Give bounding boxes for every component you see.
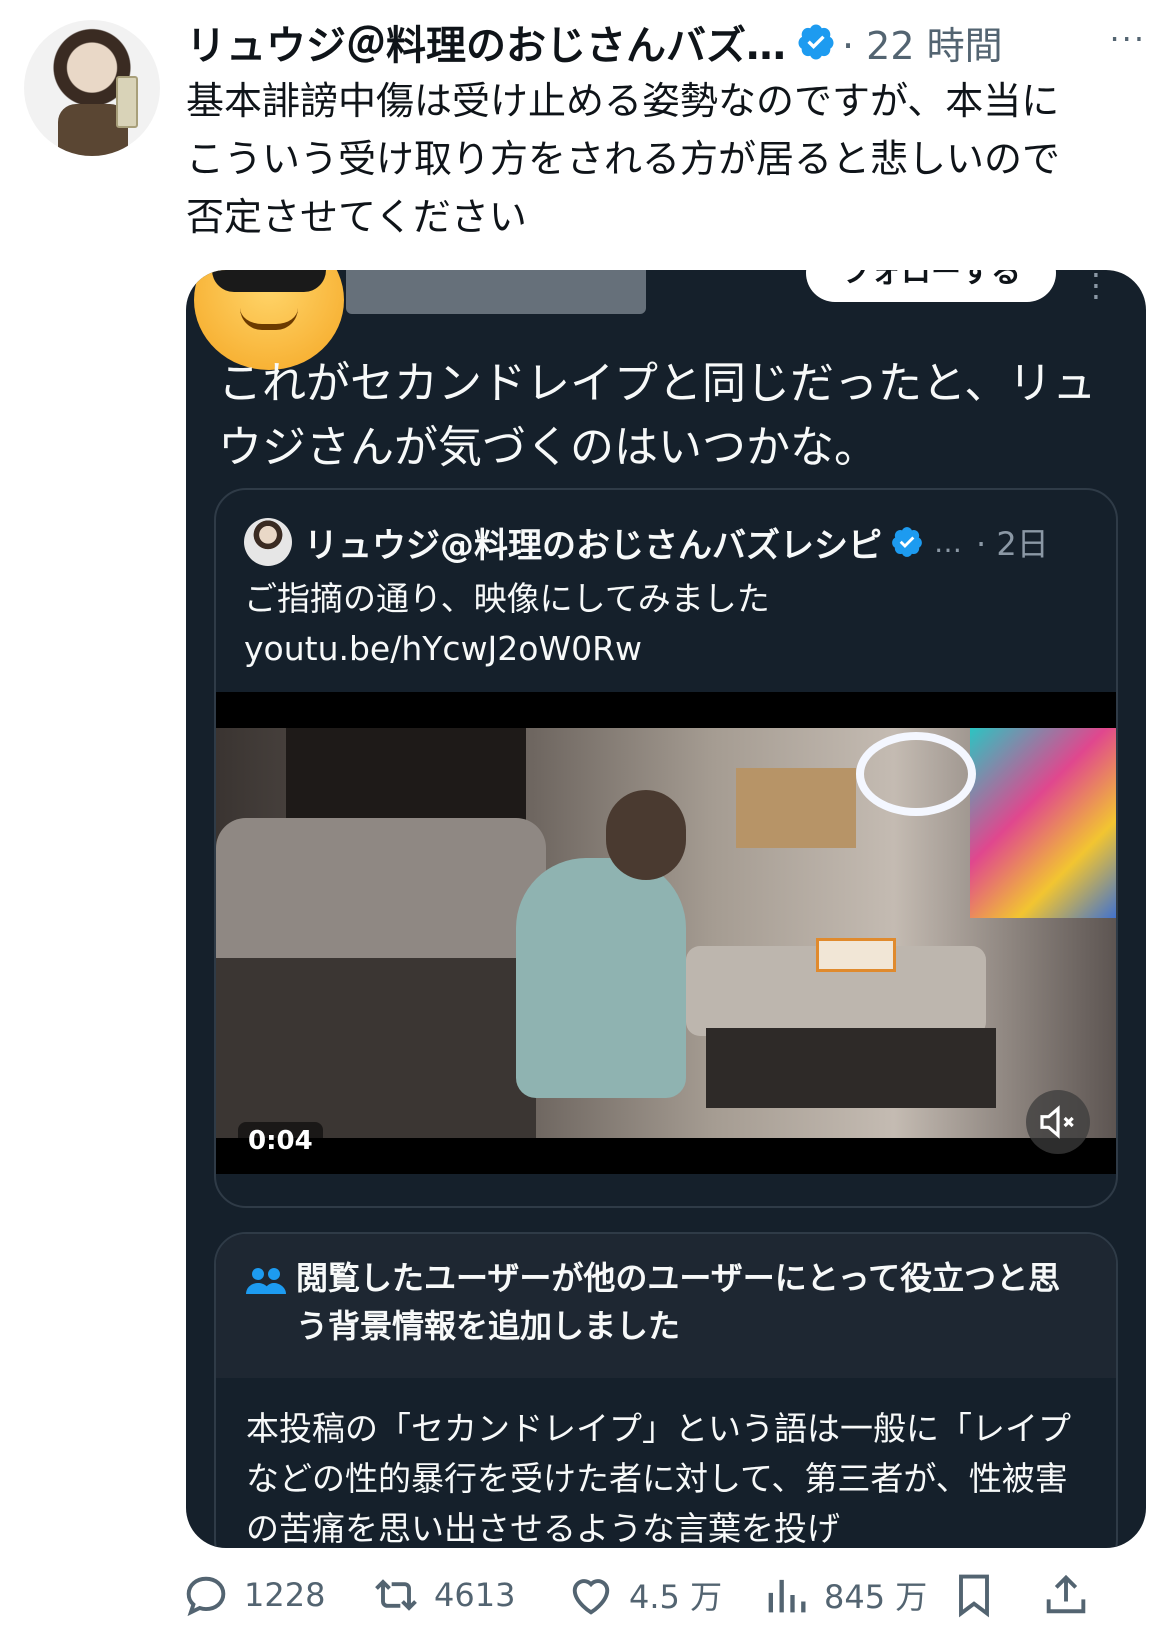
quote-more-icon[interactable]: ⋮ xyxy=(1080,270,1112,304)
tv-screen xyxy=(970,728,1116,918)
quote-text: これがセカンドレイプと同じだったと、リュウジさんが気づくのはいつかな。 xyxy=(218,358,1097,473)
like-count: 4.5 万 xyxy=(629,1578,723,1616)
person xyxy=(516,858,686,1098)
bookmark-button[interactable] xyxy=(948,1560,1000,1630)
youtube-link[interactable]: youtu.be/hYcwJ2oW0Rw xyxy=(244,624,1104,674)
retweet-icon xyxy=(375,1579,417,1611)
retweet-button[interactable]: 4613 xyxy=(370,1560,515,1630)
follow-button[interactable]: フォローする xyxy=(806,270,1056,302)
tweet-text: 基本誹謗中傷は受け止める姿勢なのですが、本当にこういう受け取り方をされる方が居る… xyxy=(186,79,1061,239)
reply-count: 1228 xyxy=(244,1576,326,1614)
inner-timestamp[interactable]: · 2日 xyxy=(976,519,1049,565)
sunglasses xyxy=(212,270,326,292)
avatar-bottle xyxy=(116,76,138,128)
users-icon xyxy=(246,1268,286,1294)
cardboard-boxes xyxy=(736,768,856,848)
community-note-header: 閲覧したユーザーが他のユーザーにとって役立つと思う背景情報を追加しました xyxy=(216,1234,1116,1378)
author-name[interactable]: リュウジ＠料理のおじさんバズ… xyxy=(186,13,786,71)
inner-tweet-text: ご指摘の通り、映像にしてみました youtu.be/hYcwJ2oW0Rw xyxy=(244,574,1104,674)
tweet-header: リュウジ＠料理のおじさんバズ… · 22 時間 ··· xyxy=(186,14,1146,70)
inner-author-avatar[interactable] xyxy=(244,518,292,566)
retweet-count: 4613 xyxy=(434,1576,516,1614)
more-options-icon[interactable]: ··· xyxy=(1109,20,1146,58)
views-chart-icon xyxy=(768,1579,806,1613)
video-time: 0:04 xyxy=(238,1122,323,1160)
smile xyxy=(240,308,298,330)
mute-button[interactable] xyxy=(1026,1090,1090,1154)
inner-tweet-header: リュウジ@料理のおじさんバズレシピ … · 2日 xyxy=(244,516,1104,568)
tweet-action-bar: 1228 4613 4.5 万 845 万 xyxy=(180,1560,1146,1630)
community-note[interactable]: 閲覧したユーザーが他のユーザーにとって役立つと思う背景情報を追加しました 本投稿… xyxy=(214,1232,1118,1548)
person-head xyxy=(606,790,686,880)
inner-quoted-tweet[interactable]: リュウジ@料理のおじさんバズレシピ … · 2日 ご指摘の通り、映像にしてみまし… xyxy=(214,488,1118,1208)
community-note-body: 本投稿の「セカンドレイプ」という語は一般に「レイプなどの性的暴行を受けた者に対し… xyxy=(246,1409,1071,1548)
bookmark-icon xyxy=(959,1574,989,1618)
heart-icon xyxy=(572,1579,610,1615)
views-button[interactable]: 845 万 xyxy=(760,1560,927,1630)
like-button[interactable]: 4.5 万 xyxy=(565,1560,722,1630)
verified-badge-icon xyxy=(798,24,834,60)
author-avatar[interactable] xyxy=(24,20,160,156)
video-player[interactable]: 0:04 xyxy=(216,692,1116,1174)
inner-ellipsis: … xyxy=(934,525,962,559)
share-icon xyxy=(1046,1574,1086,1614)
reply-button[interactable]: 1228 xyxy=(180,1560,325,1630)
inner-verified-badge-icon xyxy=(892,527,922,557)
inner-text-line: ご指摘の通り、映像にしてみました xyxy=(244,579,770,618)
inner-author-name[interactable]: リュウジ@料理のおじさんバズレシピ xyxy=(304,518,882,567)
speaker-muted-icon xyxy=(1040,1105,1074,1139)
quoted-screenshot-card[interactable]: フォローする ⋮ これがセカンドレイプと同じだったと、リュウジさんが気づくのはい… xyxy=(186,270,1146,1548)
ottoman-base xyxy=(706,1028,996,1108)
view-count: 845 万 xyxy=(824,1578,928,1616)
sofa-base xyxy=(216,958,536,1138)
ring-light xyxy=(856,732,976,816)
video-frame xyxy=(216,728,1116,1138)
share-button[interactable] xyxy=(1040,1560,1092,1630)
tweet-timestamp[interactable]: · 22 時間 xyxy=(842,15,1003,70)
redacted-name-block xyxy=(346,270,646,314)
tissue-box xyxy=(816,938,896,972)
reply-icon xyxy=(186,1576,226,1617)
community-note-title: 閲覧したユーザーが他のユーザーにとって役立つと思う背景情報を追加しました xyxy=(296,1259,1061,1345)
